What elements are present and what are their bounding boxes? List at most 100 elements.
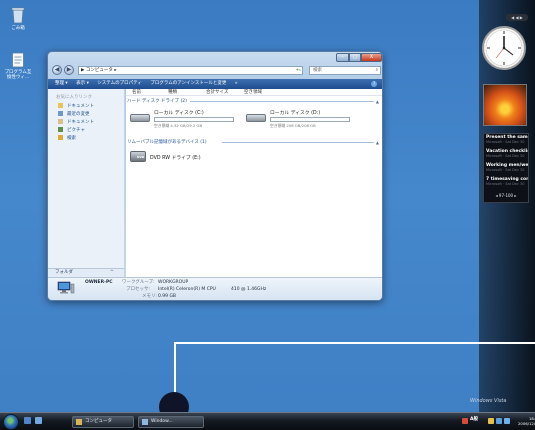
nav-item-search[interactable]: 検索 [48, 135, 124, 143]
switch-windows-icon[interactable] [35, 417, 42, 424]
quick-launch [24, 417, 46, 424]
workgroup-label: ワークグループ: [122, 280, 155, 285]
taskbar-button-computer[interactable]: コンピュータ [72, 416, 134, 428]
security-icon[interactable] [488, 418, 494, 424]
windows-vista-brand: Windows Vista [470, 398, 507, 404]
desktop-icon-recycle-bin[interactable]: ごみ箱 [3, 6, 33, 31]
system-clock[interactable]: 18:00 2006/12/30 [518, 416, 535, 426]
taskbar-button-window[interactable]: Window... [138, 416, 204, 428]
processor-label: プロセッサ: [126, 287, 151, 292]
column-free-space[interactable]: 空き領域 [244, 89, 262, 96]
nav-item-pictures[interactable]: ピクチャ [48, 127, 124, 135]
workgroup-value: WORKGROUP [158, 280, 189, 285]
organize-button[interactable]: 整理 ▾ [55, 81, 68, 86]
details-pane: OWNER-PC ワークグループ: WORKGROUP プロセッサ: Intel… [48, 277, 382, 300]
chevron-up-icon: ^ [110, 270, 114, 275]
dvd-drive-icon: DVD [130, 151, 146, 162]
drive-name: DVD RW ドライブ (E:) [150, 156, 201, 161]
column-total-size[interactable]: 合計サイズ [206, 89, 228, 96]
show-desktop-icon[interactable] [24, 417, 31, 424]
desktop-icon-label: プログラム互換性ウィ... [4, 70, 32, 80]
forward-button[interactable]: ▶ [64, 65, 74, 75]
back-button[interactable]: ◀ [52, 65, 62, 75]
language-bar-icon[interactable] [496, 418, 502, 424]
nav-item-documents-2[interactable]: ドキュメント [48, 119, 124, 127]
favorite-links-header: お気に入りリンク [56, 95, 92, 100]
window-controls: – □ X [336, 53, 382, 62]
folders-label: フォルダ [55, 270, 73, 275]
minimize-button[interactable]: – [336, 53, 349, 62]
search-icon [58, 135, 63, 140]
desktop-icon-program-compat[interactable]: プログラム互換性ウィ... [3, 52, 33, 80]
clock-gadget[interactable] [481, 25, 527, 71]
navigation-pane: お気に入りリンク ドキュメント 最近の変更 ドキュメント ピクチャ 検索 [48, 89, 125, 268]
column-type[interactable]: 種類 [168, 89, 177, 96]
group-hard-disks[interactable]: ハード ディスク ドライブ (2) ▲ [126, 98, 382, 105]
slideshow-gadget[interactable] [483, 84, 527, 126]
drive-free-space: 空き領域 208 GB/208 GB [270, 123, 316, 128]
collapse-icon[interactable]: ▲ [376, 98, 379, 105]
search-input[interactable]: 検索 ⌕ [309, 66, 381, 75]
feed-item[interactable]: Present the same Microsoft · Sat Dec 30 [484, 134, 528, 148]
nav-item-documents[interactable]: ドキュメント [48, 103, 124, 111]
volume-icon[interactable] [504, 418, 510, 424]
computer-explorer-window[interactable]: – □ X ◀ ▶ ▶ コンピュータ ▸ +ₕ 検索 ⌕ 整理 ▾ 表示 ▾ シ… [47, 51, 383, 301]
hard-drive-icon [246, 114, 266, 122]
nav-item-label: 検索 [67, 136, 76, 141]
group-removable[interactable]: リムーバブル記憶域があるデバイス (1) ▲ [126, 139, 382, 146]
address-bar[interactable]: ▶ コンピュータ ▸ +ₕ [78, 66, 303, 75]
column-header-row: 名前 種類 合計サイズ 空き領域 [126, 89, 382, 96]
system-clock-text: 18:00 2006/12/30 [518, 416, 535, 426]
maximize-button[interactable]: □ [349, 53, 361, 62]
search-icon[interactable]: ⌕ [375, 67, 378, 74]
drive-usage-bar [270, 117, 350, 122]
processor-value: Intel(R) Celeron(R) M CPU [158, 287, 216, 292]
drive-name: ローカル ディスク (D:) [270, 111, 321, 116]
refresh-icon[interactable]: +ₕ [295, 67, 301, 74]
feed-item[interactable]: Working men/wel Microsoft · Sat Dec 30 [484, 162, 528, 176]
feed-item-source: Microsoft · Sat Dec 30 [486, 154, 525, 158]
feed-item-source: Microsoft · Sat Dec 30 [486, 182, 525, 186]
folders-toggle[interactable]: フォルダ ^ [48, 268, 125, 277]
ime-indicator[interactable]: A般 [470, 416, 478, 422]
feed-pager[interactable]: ◂ 97-100 ▸ [488, 192, 524, 199]
notification-area: A般 18:00 2006/12/30 [462, 415, 535, 429]
group-label: ハード ディスク ドライブ (2) [127, 99, 187, 104]
more-commands-button[interactable]: » [235, 81, 238, 86]
pictures-icon [58, 127, 63, 132]
dvd-logo: DVD [137, 155, 145, 159]
feed-item-source: Microsoft · Sat Dec 30 [486, 140, 525, 144]
start-button[interactable] [3, 414, 19, 430]
nav-item-label: ドキュメント [67, 104, 94, 109]
memory-label: メモリ: [142, 294, 158, 299]
feed-item[interactable]: Vacation checklis.. Microsoft · Sat Dec … [484, 148, 528, 162]
views-button[interactable]: 表示 ▾ [76, 81, 89, 86]
network-icon[interactable] [462, 418, 468, 424]
help-icon[interactable]: ? [371, 81, 377, 87]
address-row: ◀ ▶ ▶ コンピュータ ▸ +ₕ 検索 ⌕ [52, 65, 381, 76]
collapse-icon[interactable]: ▲ [376, 139, 379, 146]
nav-item-label: ピクチャ [67, 128, 85, 133]
desktop-icon-label: ごみ箱 [11, 26, 25, 31]
documents-icon [58, 119, 63, 124]
sidebar-top-control[interactable]: ◀ ◀ ▶ [506, 14, 528, 21]
taskbar: コンピュータ Window... A般 18:00 2006/12/30 [0, 412, 535, 430]
address-path: ▶ コンピュータ ▸ [81, 68, 117, 73]
drive-free-space: 空き領域 4.32 GB/29.2 GB [154, 123, 203, 128]
column-name[interactable]: 名前 [132, 89, 141, 96]
nav-item-label: ドキュメント [67, 120, 94, 125]
nav-item-recent[interactable]: 最近の変更 [48, 111, 124, 119]
group-label: リムーバブル記憶域があるデバイス (1) [127, 140, 207, 145]
taskbar-button-label: コンピュータ [85, 419, 112, 424]
memory-value: 0.99 GB [158, 294, 177, 299]
computer-name: OWNER-PC [85, 280, 113, 285]
system-properties-button[interactable]: システムのプロパティ [97, 81, 142, 86]
recent-changes-icon [58, 111, 63, 116]
recycle-bin-icon [11, 7, 25, 24]
document-icon [12, 52, 24, 68]
close-button[interactable]: X [361, 53, 382, 62]
uninstall-programs-button[interactable]: プログラムのアンインストールと変更 [150, 81, 226, 86]
feed-item-source: Microsoft · Sat Dec 30 [486, 168, 525, 172]
desktop: ごみ箱 プログラム互換性ウィ... ◀ ◀ ▶ Present the same… [0, 0, 535, 430]
feed-item[interactable]: 7 timesaving com Microsoft · Sat Dec 30 [484, 176, 528, 190]
